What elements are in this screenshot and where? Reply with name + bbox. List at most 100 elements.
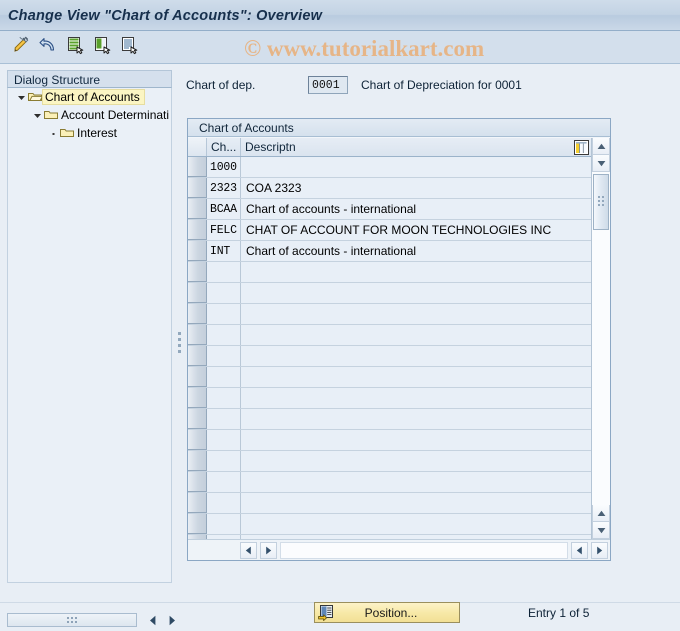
- table-row[interactable]: 1000: [188, 157, 591, 178]
- cell-description[interactable]: [241, 325, 591, 345]
- cell-description[interactable]: [241, 157, 591, 177]
- cell-chart-of-accounts[interactable]: [207, 283, 241, 303]
- row-select-button[interactable]: [188, 283, 207, 303]
- table-row[interactable]: [188, 472, 591, 493]
- new-entries-button[interactable]: [63, 35, 87, 59]
- table-row[interactable]: [188, 409, 591, 430]
- cell-description[interactable]: [241, 304, 591, 324]
- cell-chart-of-accounts[interactable]: [207, 430, 241, 450]
- status-resize-grip[interactable]: [7, 613, 137, 627]
- cell-chart-of-accounts[interactable]: 1000: [207, 157, 241, 177]
- horizontal-scroll-track[interactable]: [280, 541, 568, 559]
- row-select-button[interactable]: [188, 241, 207, 261]
- row-select-button[interactable]: [188, 514, 207, 534]
- cell-chart-of-accounts[interactable]: [207, 262, 241, 282]
- table-row[interactable]: [188, 430, 591, 451]
- cell-chart-of-accounts[interactable]: 2323: [207, 178, 241, 198]
- row-select-button[interactable]: [188, 409, 207, 429]
- cell-description[interactable]: [241, 493, 591, 513]
- row-select-button[interactable]: [188, 493, 207, 513]
- scroll-column-left-button[interactable]: [571, 541, 588, 559]
- sidebar-item-chart-of-accounts[interactable]: Chart of Accounts: [8, 88, 171, 106]
- scroll-up-button[interactable]: [592, 138, 610, 155]
- table-row[interactable]: FELC CHAT OF ACCOUNT FOR MOON TECHNOLOGIE…: [188, 220, 591, 241]
- cell-chart-of-accounts[interactable]: FELC: [207, 220, 241, 240]
- footer-previous-button[interactable]: [145, 612, 161, 628]
- row-select-button[interactable]: [188, 325, 207, 345]
- cell-description[interactable]: [241, 430, 591, 450]
- cell-description[interactable]: Chart of accounts - international: [241, 241, 591, 261]
- row-select-button[interactable]: [188, 157, 207, 177]
- scroll-left-button[interactable]: [240, 541, 257, 559]
- cell-description[interactable]: [241, 388, 591, 408]
- row-select-button[interactable]: [188, 199, 207, 219]
- panel-splitter[interactable]: [176, 70, 184, 605]
- scroll-page-down-button[interactable]: [592, 522, 610, 539]
- scroll-down-button[interactable]: [592, 155, 610, 172]
- row-select-button[interactable]: [188, 262, 207, 282]
- table-row[interactable]: [188, 388, 591, 409]
- table-row[interactable]: 2323 COA 2323: [188, 178, 591, 199]
- cell-chart-of-accounts[interactable]: [207, 409, 241, 429]
- row-select-button[interactable]: [188, 220, 207, 240]
- cell-description[interactable]: [241, 346, 591, 366]
- cell-description[interactable]: Chart of accounts - international: [241, 199, 591, 219]
- chart-of-dep-input[interactable]: [308, 76, 348, 94]
- cell-chart-of-accounts[interactable]: [207, 451, 241, 471]
- cell-chart-of-accounts[interactable]: [207, 304, 241, 324]
- cell-description[interactable]: CHAT OF ACCOUNT FOR MOON TECHNOLOGIES IN…: [241, 220, 591, 240]
- row-select-button[interactable]: [188, 178, 207, 198]
- cell-chart-of-accounts[interactable]: INT: [207, 241, 241, 261]
- table-row[interactable]: [188, 304, 591, 325]
- edit-pencil-button[interactable]: [9, 35, 33, 59]
- cell-description[interactable]: [241, 367, 591, 387]
- column-header-chart-of-accounts[interactable]: Ch...: [207, 138, 241, 156]
- cell-description[interactable]: COA 2323: [241, 178, 591, 198]
- vertical-scrollbar[interactable]: [591, 138, 610, 539]
- sidebar-item-interest[interactable]: Interest: [8, 124, 171, 142]
- table-row[interactable]: INT Chart of accounts - international: [188, 241, 591, 262]
- cell-chart-of-accounts[interactable]: [207, 493, 241, 513]
- row-select-button[interactable]: [188, 430, 207, 450]
- footer-next-button[interactable]: [164, 612, 180, 628]
- scroll-right-button[interactable]: [260, 541, 277, 559]
- table-row[interactable]: [188, 493, 591, 514]
- details-button[interactable]: [117, 35, 141, 59]
- expand-twisty-down-icon[interactable]: [14, 93, 28, 102]
- row-select-button[interactable]: [188, 451, 207, 471]
- cell-description[interactable]: [241, 409, 591, 429]
- table-row[interactable]: BCAA Chart of accounts - international: [188, 199, 591, 220]
- cell-chart-of-accounts[interactable]: [207, 325, 241, 345]
- scroll-column-right-button[interactable]: [591, 541, 608, 559]
- cell-chart-of-accounts[interactable]: [207, 346, 241, 366]
- table-row[interactable]: [188, 346, 591, 367]
- sidebar-item-account-determination[interactable]: Account Determinati: [8, 106, 171, 124]
- vertical-scroll-thumb[interactable]: [593, 174, 609, 230]
- row-select-button[interactable]: [188, 367, 207, 387]
- undo-button[interactable]: [36, 35, 60, 59]
- row-select-button[interactable]: [188, 346, 207, 366]
- row-select-button[interactable]: [188, 472, 207, 492]
- row-select-button[interactable]: [188, 304, 207, 324]
- horizontal-scrollbar[interactable]: [188, 539, 610, 560]
- table-row[interactable]: [188, 283, 591, 304]
- cell-description[interactable]: [241, 283, 591, 303]
- column-settings-icon[interactable]: [574, 140, 589, 155]
- copy-as-button[interactable]: [90, 35, 114, 59]
- select-all-rows-button[interactable]: [188, 138, 207, 156]
- cell-chart-of-accounts[interactable]: [207, 514, 241, 534]
- row-select-button[interactable]: [188, 388, 207, 408]
- table-row[interactable]: [188, 262, 591, 283]
- cell-description[interactable]: [241, 262, 591, 282]
- position-button[interactable]: Position...: [314, 602, 460, 623]
- table-row[interactable]: [188, 367, 591, 388]
- cell-chart-of-accounts[interactable]: [207, 367, 241, 387]
- cell-chart-of-accounts[interactable]: [207, 472, 241, 492]
- scroll-page-up-button[interactable]: [592, 505, 610, 522]
- cell-chart-of-accounts[interactable]: [207, 388, 241, 408]
- table-row[interactable]: [188, 451, 591, 472]
- cell-description[interactable]: [241, 472, 591, 492]
- column-header-description[interactable]: Descriptn: [241, 138, 591, 156]
- cell-description[interactable]: [241, 514, 591, 534]
- cell-description[interactable]: [241, 451, 591, 471]
